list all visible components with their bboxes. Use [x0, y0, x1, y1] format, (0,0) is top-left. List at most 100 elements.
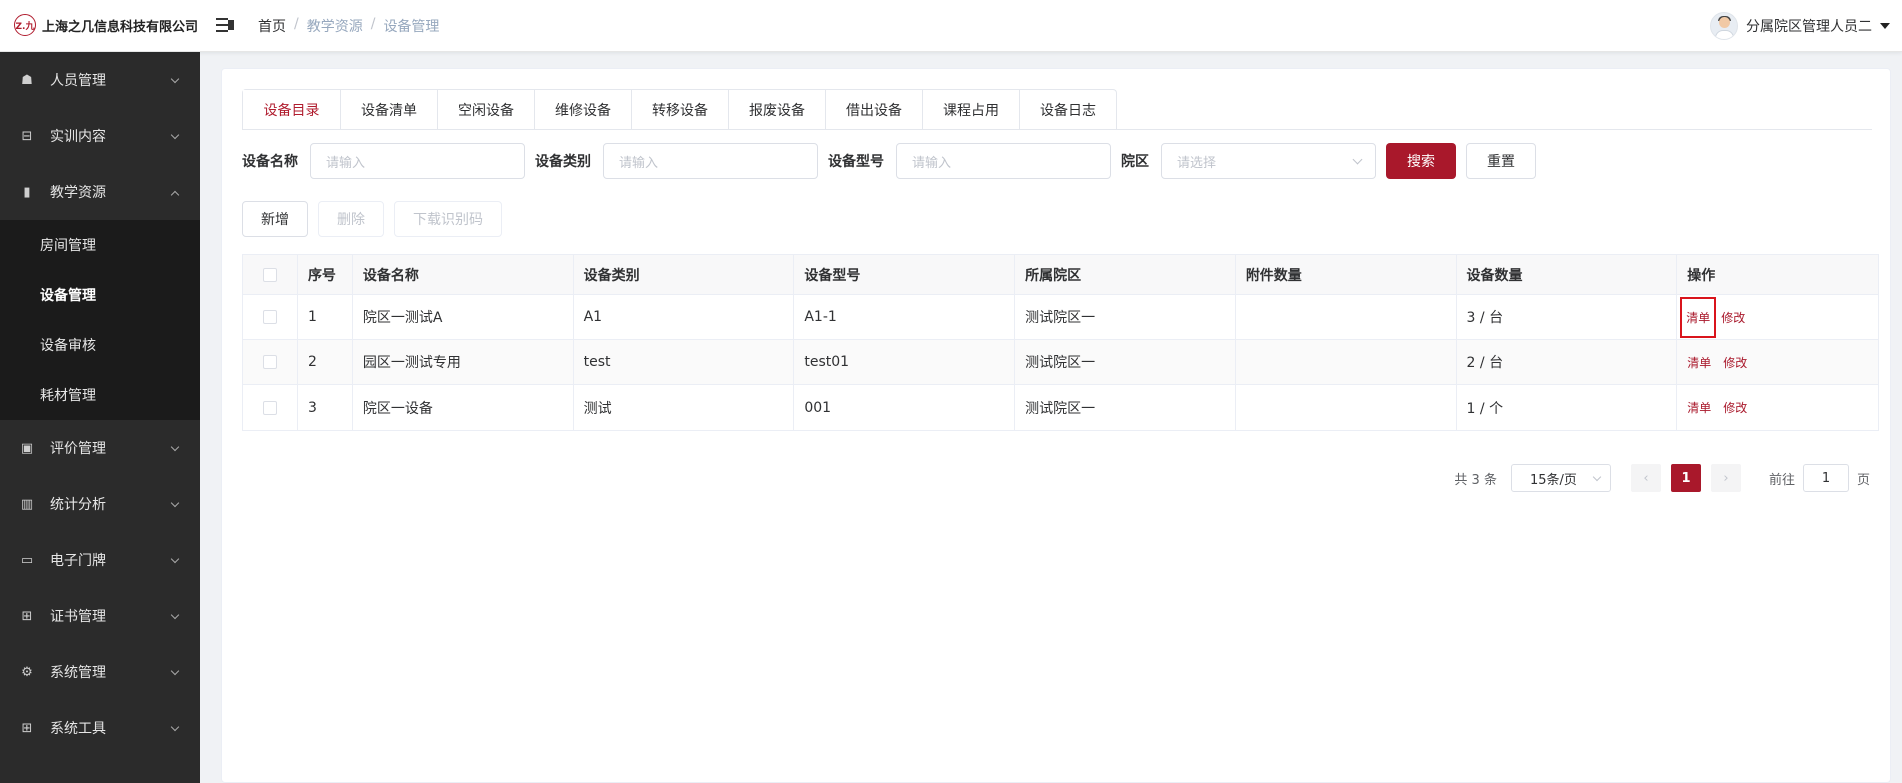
select-all-checkbox[interactable]: [262, 267, 277, 282]
sidebar-item-system-management[interactable]: ⚙ 系统管理: [0, 644, 200, 700]
search-button[interactable]: 搜索: [1386, 143, 1456, 179]
table-row: 1 院区一测试A A1 A1-1 测试院区一 3 / 台 清单 修改: [243, 295, 1878, 340]
cell-model: 001: [794, 385, 1016, 430]
top-header: Z.九 上海之几信息科技有限公司 首页 / 教学资源 / 设备管理 分属院区管理…: [0, 0, 1902, 52]
column-header: 设备型号: [794, 255, 1016, 294]
edit-link[interactable]: 修改: [1723, 354, 1747, 371]
user-name[interactable]: 分属院区管理人员二: [1746, 16, 1872, 36]
sidebar-subitem-device-review[interactable]: 设备审核: [0, 320, 200, 370]
cell-index: 1: [298, 295, 353, 339]
sidebar-item-training[interactable]: ⊟ 实训内容: [0, 108, 200, 164]
teaching-resources-submenu: 房间管理 设备管理 设备审核 耗材管理: [0, 220, 200, 420]
list-link[interactable]: 清单: [1680, 296, 1717, 338]
table-actions: 新增 删除 下载识别码: [242, 201, 502, 237]
list-link[interactable]: 清单: [1687, 399, 1711, 416]
tab-scrapped-devices[interactable]: 报废设备: [728, 90, 825, 130]
cell-index: 2: [298, 340, 353, 384]
row-select-cell: [243, 340, 298, 384]
device-model-input[interactable]: 请输入: [896, 143, 1111, 179]
campus-label: 院区: [1121, 154, 1149, 170]
tab-device-log[interactable]: 设备日志: [1019, 90, 1116, 130]
sidebar-item-teaching-resources[interactable]: ▮ 教学资源: [0, 164, 200, 220]
briefcase-icon: ⊞: [21, 608, 33, 624]
sidebar-item-label: 电子门牌: [50, 553, 106, 569]
prev-page-button[interactable]: ‹: [1630, 464, 1661, 492]
goto-prefix: 前往: [1768, 472, 1795, 488]
add-button[interactable]: 新增: [242, 201, 308, 237]
sidebar-subitem-consumables[interactable]: 耗材管理: [0, 370, 200, 420]
total-count: 共 3 条: [1454, 472, 1497, 488]
resource-icon: ▮: [23, 184, 31, 200]
page-size-value: 15条/页: [1529, 472, 1577, 488]
device-name-input[interactable]: 请输入: [310, 143, 525, 179]
page-number[interactable]: 1: [1670, 464, 1701, 492]
sidebar-item-certificates[interactable]: ⊞ 证书管理: [0, 588, 200, 644]
column-header: 设备类别: [574, 255, 795, 294]
edit-link[interactable]: 修改: [1721, 309, 1745, 326]
training-icon: ⊟: [21, 128, 33, 144]
company-logo[interactable]: Z.九 上海之几信息科技有限公司: [14, 14, 198, 36]
cell-campus: 测试院区一: [1015, 385, 1236, 430]
tab-idle-devices[interactable]: 空闲设备: [437, 90, 534, 130]
campus-select[interactable]: 请选择: [1161, 143, 1376, 179]
row-checkbox[interactable]: [262, 400, 277, 415]
tab-course-occupied[interactable]: 课程占用: [922, 90, 1019, 130]
column-header: 附件数量: [1236, 255, 1457, 294]
chevron-down-icon: [170, 498, 180, 508]
cell-operations: 清单 修改: [1677, 295, 1878, 339]
evaluate-icon: ▣: [20, 440, 34, 456]
cell-model: A1-1: [794, 295, 1016, 339]
sidebar: ☗ 人员管理 ⊟ 实训内容 ▮ 教学资源 房间管理 设备管理 设备审核 耗材管理…: [0, 52, 200, 783]
list-link[interactable]: 清单: [1687, 354, 1711, 371]
table-row: 2 园区一测试专用 test test01 测试院区一 2 / 台 清单 修改: [243, 340, 1878, 385]
device-type-label: 设备类别: [535, 154, 591, 170]
edit-link[interactable]: 修改: [1723, 399, 1747, 416]
breadcrumb-separator: /: [370, 16, 376, 32]
row-checkbox[interactable]: [262, 355, 277, 369]
column-header: 设备名称: [353, 255, 574, 294]
tab-device-list[interactable]: 设备清单: [340, 90, 437, 130]
reset-button[interactable]: 重置: [1466, 143, 1536, 179]
sidebar-item-personnel[interactable]: ☗ 人员管理: [0, 52, 200, 108]
chevron-down-icon: [1592, 472, 1602, 482]
collapse-menu-icon[interactable]: [216, 16, 234, 34]
sidebar-item-statistics[interactable]: ▥ 统计分析: [0, 476, 200, 532]
caret-down-icon[interactable]: [1880, 23, 1890, 29]
sidebar-subitem-devices[interactable]: 设备管理: [0, 270, 200, 320]
select-all-cell: [243, 255, 298, 294]
next-page-button[interactable]: ›: [1710, 464, 1741, 492]
column-header: 所属院区: [1015, 255, 1236, 294]
sidebar-item-label: 统计分析: [50, 497, 106, 513]
row-select-cell: [243, 385, 298, 430]
breadcrumb-home[interactable]: 首页: [258, 16, 286, 36]
download-code-button[interactable]: 下载识别码: [394, 201, 502, 237]
goto-page-input[interactable]: 1: [1802, 464, 1849, 492]
chevron-up-icon: [170, 190, 180, 200]
person-icon: ☗: [21, 72, 33, 88]
tabs-divider: [242, 129, 1872, 130]
bar-chart-icon: ▥: [20, 496, 34, 512]
cell-attachments: [1236, 385, 1457, 430]
device-catalog-card: 设备目录 设备清单 空闲设备 维修设备 转移设备 报废设备 借出设备 课程占用 …: [221, 68, 1891, 783]
device-name-label: 设备名称: [242, 154, 298, 170]
monitor-icon: ▭: [20, 552, 34, 568]
sidebar-subitem-rooms[interactable]: 房间管理: [0, 220, 200, 270]
sidebar-item-e-doorplate[interactable]: ▭ 电子门牌: [0, 532, 200, 588]
row-checkbox[interactable]: [262, 310, 277, 324]
main-content: 设备目录 设备清单 空闲设备 维修设备 转移设备 报废设备 借出设备 课程占用 …: [200, 52, 1902, 783]
cell-type: 测试: [574, 385, 795, 430]
tab-device-catalog[interactable]: 设备目录: [243, 90, 340, 130]
tab-repair-devices[interactable]: 维修设备: [534, 90, 631, 130]
device-type-input[interactable]: 请输入: [603, 143, 818, 179]
sidebar-item-system-tools[interactable]: ⊞ 系统工具: [0, 700, 200, 756]
sidebar-item-evaluation[interactable]: ▣ 评价管理: [0, 420, 200, 476]
delete-button[interactable]: 删除: [318, 201, 384, 237]
sidebar-item-label: 系统工具: [50, 721, 106, 737]
page-size-select[interactable]: 15条/页: [1510, 464, 1611, 492]
tab-transfer-devices[interactable]: 转移设备: [631, 90, 728, 130]
tab-lent-devices[interactable]: 借出设备: [825, 90, 922, 130]
cell-count: 2 / 台: [1457, 340, 1678, 384]
avatar[interactable]: [1710, 12, 1738, 40]
user-menu[interactable]: 分属院区管理人员二: [1710, 12, 1890, 40]
goto-page: 前往 1 页: [1769, 464, 1870, 492]
